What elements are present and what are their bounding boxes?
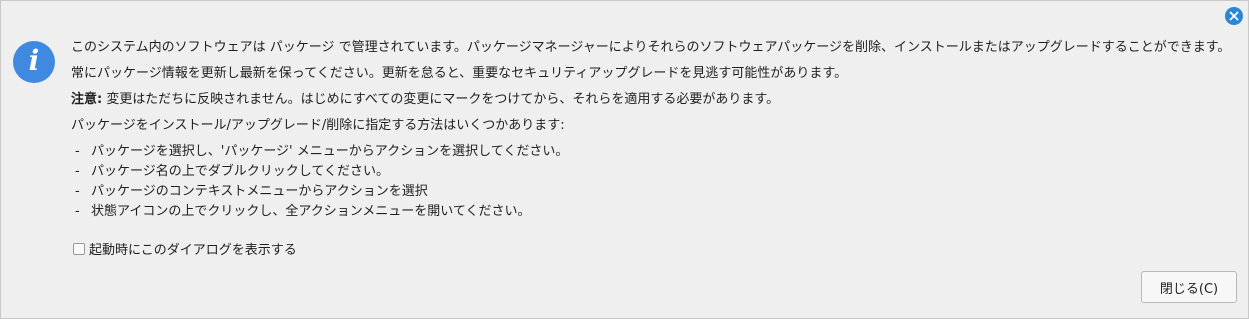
methods-list: - パッケージを選択し、'パッケージ' メニューからアクションを選択してください。… xyxy=(71,144,1246,220)
list-item: - パッケージのコンテキストメニューからアクションを選択 xyxy=(75,184,428,199)
dialog-message: このシステム内のソフトウェアは パッケージ で管理されています。パッケージマネー… xyxy=(71,40,1246,224)
close-x-glyph xyxy=(1229,11,1239,21)
show-on-startup-checkbox[interactable] xyxy=(73,242,85,255)
intro-paragraph: このシステム内のソフトウェアは パッケージ で管理されています。パッケージマネー… xyxy=(71,40,1231,55)
info-icon: i xyxy=(13,41,55,83)
note-text: 変更はただちに反映されません。はじめにすべての変更にマークをつけてから、それらを… xyxy=(102,92,780,107)
note-label: 注意: xyxy=(71,92,103,107)
update-paragraph: 常にパッケージ情報を更新し最新を保ってください。更新を怠ると、重要なセキュリティ… xyxy=(71,66,848,81)
note-paragraph: 注意: 変更はただちに反映されません。はじめにすべての変更にマークをつけてから、… xyxy=(71,92,1246,108)
info-icon-glyph: i xyxy=(28,44,40,77)
close-button[interactable]: 閉じる(C) xyxy=(1141,271,1237,303)
show-on-startup-option[interactable]: 起動時にこのダイアログを表示する xyxy=(73,239,297,258)
list-item: - パッケージ名の上でダブルクリックしてください。 xyxy=(75,164,389,179)
about-packages-dialog: i このシステム内のソフトウェアは パッケージ で管理されています。パッケージマ… xyxy=(0,0,1249,319)
show-on-startup-label: 起動時にこのダイアログを表示する xyxy=(89,243,297,258)
list-item: - 状態アイコンの上でクリックし、全アクションメニューを開いてください。 xyxy=(75,204,531,219)
close-icon[interactable] xyxy=(1225,7,1243,25)
methods-intro: パッケージをインストール/アップグレード/削除に指定する方法はいくつかあります: xyxy=(71,118,565,133)
list-item: - パッケージを選択し、'パッケージ' メニューからアクションを選択してください。 xyxy=(75,144,569,159)
